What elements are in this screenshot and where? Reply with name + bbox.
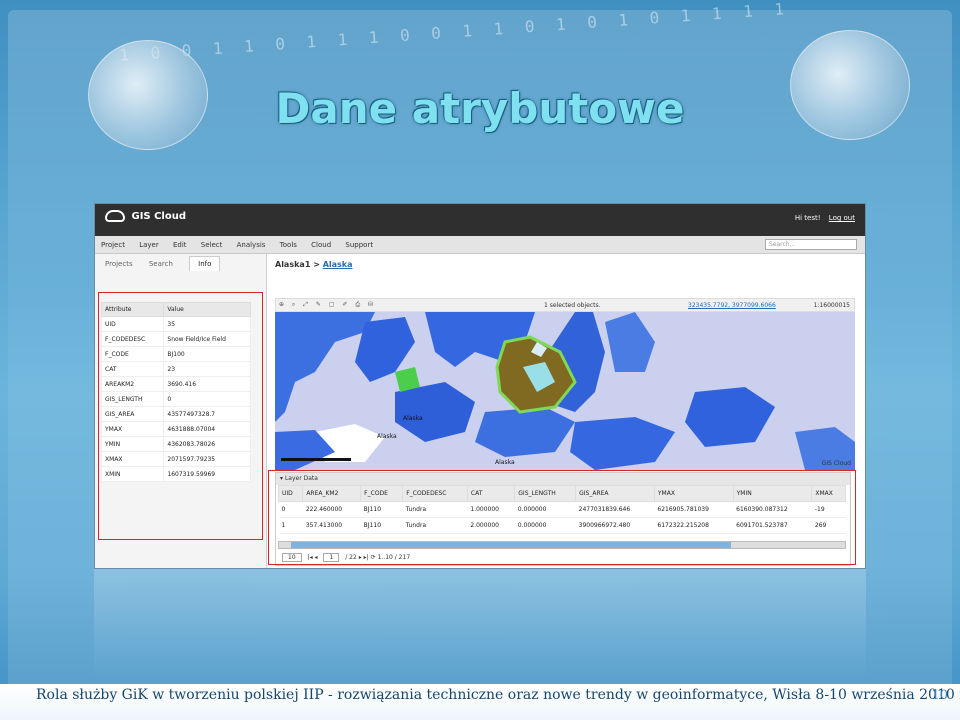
user-greeting: Hi test! Log out: [795, 214, 855, 222]
breadcrumb: Alaska1 > Alaska: [271, 254, 865, 275]
app-header: GIS Cloud Hi test! Log out: [95, 204, 865, 236]
map-label: Alaska: [377, 433, 397, 440]
breadcrumb-root[interactable]: Alaska1: [275, 260, 310, 269]
highlight-attributes: [98, 292, 263, 540]
logout-link[interactable]: Log out: [829, 214, 855, 222]
menu-bar: Project Layer Edit Select Analysis Tools…: [95, 236, 865, 254]
menu-edit[interactable]: Edit: [167, 236, 193, 254]
map-label: Alaska: [403, 415, 423, 422]
screenshot-reflection: [94, 569, 866, 679]
highlight-layer-data: [268, 470, 856, 565]
search-input[interactable]: Search...: [765, 239, 857, 250]
menu-cloud[interactable]: Cloud: [305, 236, 337, 254]
map-canvas: Alaska Alaska Alaska: [275, 312, 855, 470]
cloud-icon: [105, 210, 125, 222]
scale-readout: 1:16000015: [813, 302, 850, 309]
selection-status: 1 selected objects.: [544, 302, 601, 309]
menu-analysis[interactable]: Analysis: [231, 236, 272, 254]
scale-bar: [281, 458, 351, 461]
left-tabs: Projects Search Info: [95, 254, 266, 272]
slide-title: Dane atrybutowe: [275, 84, 685, 133]
logo-text: GIS Cloud: [131, 211, 187, 222]
page-number: 10: [931, 688, 948, 703]
coordinate-readout: 323435.7792, 3977099.6066: [688, 302, 776, 309]
map-watermark: GIS Cloud: [821, 460, 851, 467]
slide-footer: Rola służby GiK w tworzeniu polskiej IIP…: [0, 684, 960, 720]
breadcrumb-separator: >: [313, 260, 320, 269]
menu-layer[interactable]: Layer: [133, 236, 165, 254]
tab-projects[interactable]: Projects: [105, 260, 133, 268]
menu-tools[interactable]: Tools: [274, 236, 303, 254]
app-logo[interactable]: GIS Cloud: [105, 210, 186, 222]
map-toolbar: ⊕ ⌕ ⤢ ✎ ▢ ✐ ⎙ ⛁ 1 selected objects. 3234…: [275, 298, 855, 312]
tab-search[interactable]: Search: [149, 260, 173, 268]
menu-project[interactable]: Project: [95, 236, 131, 254]
footer-text: Rola służby GiK w tworzeniu polskiej IIP…: [36, 687, 960, 703]
greeting-text: Hi test!: [794, 214, 821, 222]
map-label: Alaska: [495, 459, 515, 466]
menu-support[interactable]: Support: [339, 236, 379, 254]
menu-select[interactable]: Select: [195, 236, 229, 254]
map-view[interactable]: Alaska Alaska Alaska GIS Cloud: [275, 312, 855, 470]
breadcrumb-current[interactable]: Alaska: [323, 260, 353, 269]
tab-info[interactable]: Info: [189, 256, 221, 271]
map-tool-icons[interactable]: ⊕ ⌕ ⤢ ✎ ▢ ✐ ⎙ ⛁: [279, 301, 376, 309]
